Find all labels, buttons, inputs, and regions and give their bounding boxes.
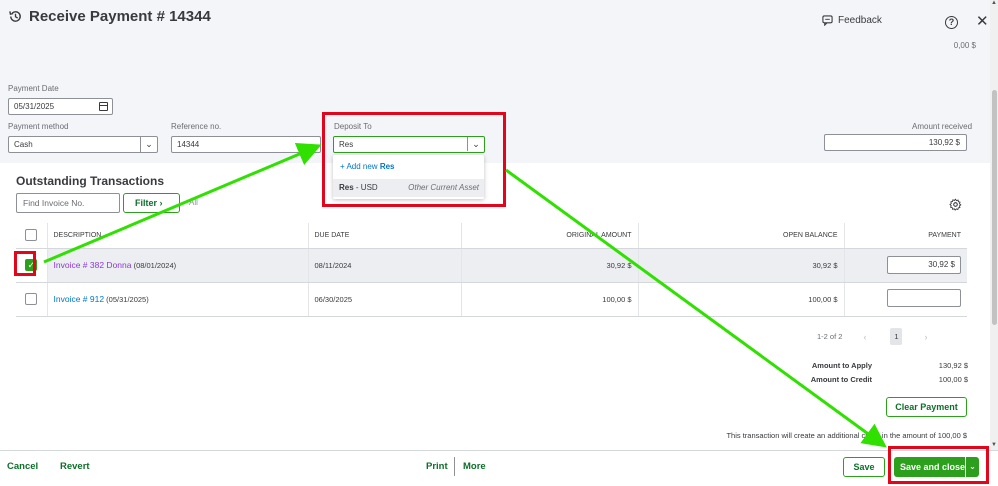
gear-icon[interactable] xyxy=(949,198,962,211)
amount-to-credit-label: Amount to Credit xyxy=(810,375,872,384)
annotation-box-deposit xyxy=(322,112,506,207)
table-row: ✓ Invoice # 382 Donna (08/01/2024) 08/11… xyxy=(16,248,967,283)
history-icon[interactable] xyxy=(8,9,23,24)
payment-method-select[interactable]: Cash ⌄ xyxy=(8,136,158,153)
amount-to-apply-value: 130,92 $ xyxy=(938,361,968,370)
save-button[interactable]: Save xyxy=(843,457,885,477)
due-date-cell: 08/11/2024 xyxy=(308,248,462,283)
help-icon[interactable]: ? xyxy=(945,16,958,29)
invoice-link[interactable]: Invoice # 912 xyxy=(54,294,105,304)
credit-note: This transaction will create an addition… xyxy=(726,431,967,440)
find-invoice-input[interactable]: Find Invoice No. xyxy=(16,193,120,213)
annotation-box-checkbox xyxy=(14,251,36,276)
feedback-label: Feedback xyxy=(838,15,882,26)
outstanding-title: Outstanding Transactions xyxy=(16,174,165,188)
annotation-box-save-close xyxy=(888,446,989,484)
original-amount-cell: 100,00 $ xyxy=(461,282,639,317)
calendar-icon[interactable] xyxy=(99,102,108,111)
col-open-balance[interactable]: OPEN BALANCE xyxy=(638,223,845,249)
invoice-date: (08/01/2024) xyxy=(133,261,177,270)
header-balance: 0,00 $ xyxy=(953,41,976,50)
amount-received-field[interactable]: 130,92 $ xyxy=(824,134,967,151)
feedback-icon xyxy=(822,15,833,26)
original-amount-cell: 30,92 $ xyxy=(461,248,639,283)
payment-input[interactable]: 30,92 $ xyxy=(887,256,961,274)
chevron-left-icon[interactable]: ‹ xyxy=(863,332,866,342)
payment-method-value: Cash xyxy=(14,140,33,149)
amount-received-value: 130,92 $ xyxy=(928,138,960,147)
filter-button[interactable]: Filter › xyxy=(123,193,180,213)
col-original-amount[interactable]: ORIGINAL AMOUNT xyxy=(461,223,639,249)
close-icon[interactable]: ✕ xyxy=(976,14,989,29)
payment-cell xyxy=(844,282,967,317)
payment-date-label: Payment Date xyxy=(8,84,59,93)
chevron-right-icon[interactable]: › xyxy=(924,332,927,342)
select-all-cell xyxy=(16,223,48,249)
invoice-date: (05/31/2025) xyxy=(106,295,149,304)
select-all-checkbox[interactable] xyxy=(25,229,38,242)
amount-to-apply-label: Amount to Apply xyxy=(811,361,872,370)
amount-to-credit-value: 100,00 $ xyxy=(938,375,968,384)
print-button[interactable]: Print xyxy=(426,461,448,472)
open-balance-cell: 100,00 $ xyxy=(638,282,845,317)
invoice-link[interactable]: Invoice # 382 Donna xyxy=(54,260,132,270)
scrollbar-thumb[interactable] xyxy=(992,90,997,325)
title-row: Receive Payment # 14344 xyxy=(8,8,211,25)
col-due-date[interactable]: DUE DATE xyxy=(308,223,462,249)
pagination: 1-2 of 2 ‹ 1 › xyxy=(817,328,927,345)
payment-date-field[interactable]: 05/31/2025 xyxy=(8,98,113,115)
amount-received-label: Amount received xyxy=(912,122,973,131)
reference-no-field[interactable]: 14344 xyxy=(171,136,321,153)
more-button[interactable]: More xyxy=(463,461,486,472)
feedback-button[interactable]: Feedback xyxy=(822,15,882,26)
footer-divider xyxy=(454,457,455,476)
page-number[interactable]: 1 xyxy=(890,328,903,345)
description-cell: Invoice # 912 (05/31/2025) xyxy=(47,282,309,317)
table-row: Invoice # 912 (05/31/2025) 06/30/2025 10… xyxy=(16,282,967,317)
all-label: All xyxy=(189,198,198,207)
scroll-down-arrow[interactable]: ▼ xyxy=(991,442,997,448)
payment-date-value: 05/31/2025 xyxy=(14,102,55,111)
description-cell: Invoice # 382 Donna (08/01/2024) xyxy=(47,248,309,283)
due-date-cell: 06/30/2025 xyxy=(308,282,462,317)
row-check-cell xyxy=(16,282,48,317)
pager-range: 1-2 of 2 xyxy=(817,332,843,341)
open-balance-cell: 30,92 $ xyxy=(638,248,845,283)
clear-payment-button[interactable]: Clear Payment xyxy=(886,397,967,417)
reference-no-label: Reference no. xyxy=(171,122,222,131)
transactions-table: DESCRIPTION DUE DATE ORIGINAL AMOUNT OPE… xyxy=(16,223,967,317)
cancel-button[interactable]: Cancel xyxy=(7,461,38,472)
table-header-row: DESCRIPTION DUE DATE ORIGINAL AMOUNT OPE… xyxy=(16,223,967,249)
row-checkbox[interactable] xyxy=(25,293,38,305)
page-title: Receive Payment # 14344 xyxy=(29,8,211,25)
chevron-down-icon[interactable]: ⌄ xyxy=(140,137,157,152)
col-payment[interactable]: PAYMENT xyxy=(844,223,967,249)
payment-input[interactable] xyxy=(887,289,961,307)
col-description[interactable]: DESCRIPTION xyxy=(47,223,309,249)
scroll-up-arrow[interactable]: ▲ xyxy=(991,0,997,6)
payment-cell: 30,92 $ xyxy=(844,248,967,283)
reference-no-value: 14344 xyxy=(177,140,200,149)
payment-method-label: Payment method xyxy=(8,122,69,131)
revert-button[interactable]: Revert xyxy=(60,461,90,472)
